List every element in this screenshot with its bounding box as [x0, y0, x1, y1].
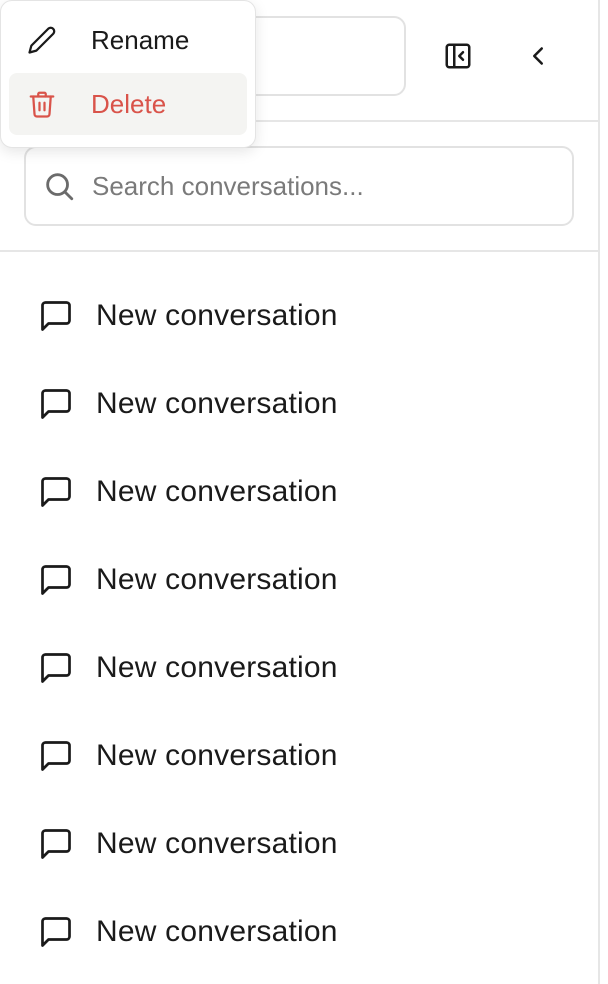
trash-icon — [29, 91, 55, 118]
chat-bubble-icon — [41, 917, 71, 947]
list-item[interactable]: New conversation — [0, 448, 598, 536]
list-item[interactable]: New conversation — [0, 536, 598, 624]
search-icon — [46, 173, 74, 201]
conversation-context-menu: Rename Delete — [0, 0, 256, 148]
back-button[interactable] — [518, 36, 558, 76]
chat-bubble-icon — [41, 829, 71, 859]
chat-bubble-icon — [41, 565, 71, 595]
delete-label: Delete — [91, 88, 167, 119]
chat-bubble-icon — [41, 301, 71, 331]
conversation-title: New conversation — [96, 651, 338, 684]
list-item[interactable]: New conversation — [0, 360, 598, 448]
conversation-sidebar: New conversation New conversation New co… — [0, 0, 600, 984]
chat-bubble-icon — [41, 653, 71, 683]
chevron-left-icon — [533, 47, 543, 65]
conversation-title: New conversation — [96, 563, 338, 596]
chat-bubble-icon — [41, 389, 71, 419]
pencil-icon — [28, 26, 56, 54]
list-item[interactable]: New conversation — [0, 712, 598, 800]
search-input[interactable] — [92, 170, 552, 202]
delete-menu-item[interactable]: Delete — [9, 73, 247, 135]
rename-label: Rename — [91, 24, 190, 55]
search-box — [24, 146, 574, 226]
conversation-title: New conversation — [96, 299, 338, 332]
list-item[interactable]: New conversation — [0, 624, 598, 712]
list-item[interactable]: New conversation — [0, 272, 598, 360]
list-item[interactable]: New conversation — [0, 800, 598, 888]
panel-collapse-icon — [445, 43, 471, 69]
conversation-list: New conversation New conversation New co… — [0, 252, 598, 956]
conversation-title: New conversation — [96, 739, 338, 772]
chat-bubble-icon — [41, 741, 71, 771]
conversation-title: New conversation — [96, 827, 338, 860]
list-item[interactable]: New conversation — [0, 888, 598, 976]
chat-bubble-icon — [41, 477, 71, 507]
collapse-sidebar-button[interactable] — [438, 36, 478, 76]
conversation-title: New conversation — [96, 387, 338, 420]
rename-menu-item[interactable]: Rename — [9, 9, 247, 71]
conversation-title: New conversation — [96, 475, 338, 508]
conversation-title: New conversation — [96, 915, 338, 948]
